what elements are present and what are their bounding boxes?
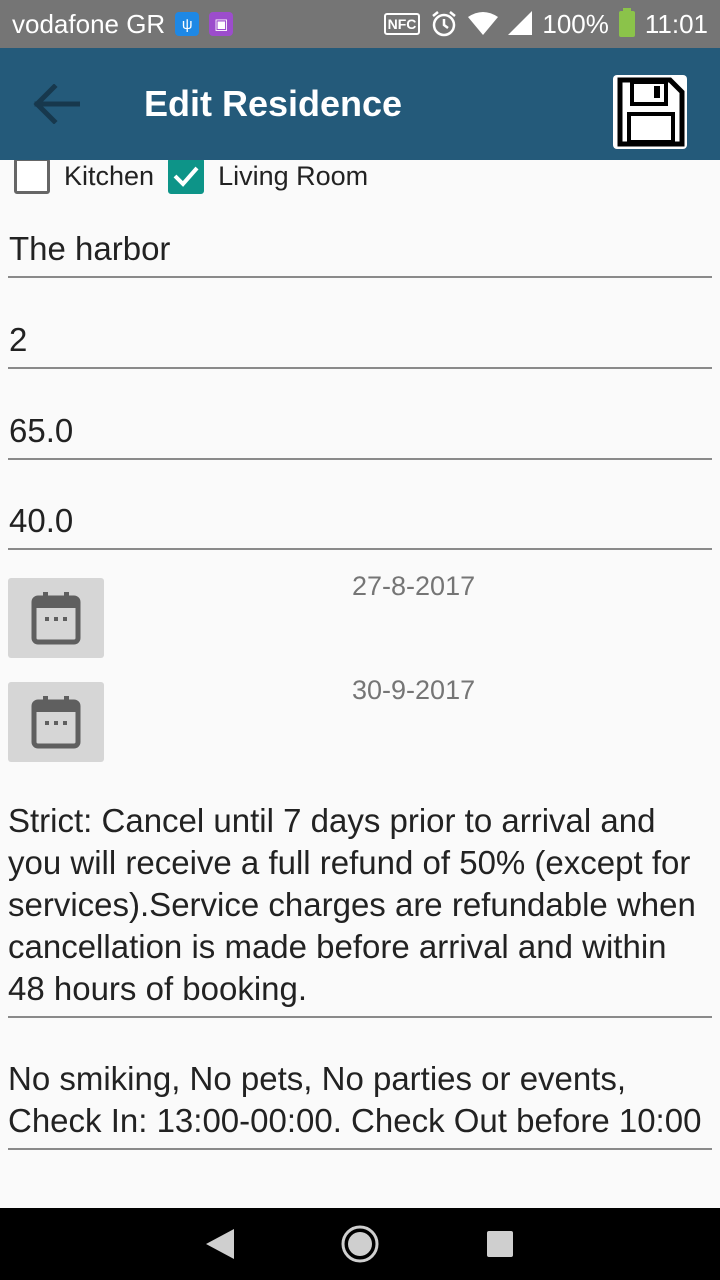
- battery-percent: 100%: [542, 8, 609, 39]
- wifi-icon: [468, 12, 499, 35]
- calendar-icon: [31, 696, 81, 749]
- clock: 11:01: [644, 8, 708, 39]
- navigation-bar: [0, 1208, 720, 1280]
- signal-icon: [508, 11, 533, 35]
- image-icon: ▣: [209, 12, 234, 36]
- price-value: 65.0: [9, 412, 74, 449]
- calendar-icon: [31, 592, 81, 645]
- arrow-left-icon: [33, 84, 80, 124]
- house-rules-text: No smiking, No pets, No parties or event…: [8, 1060, 702, 1139]
- usb-icon: ψ: [175, 12, 200, 36]
- end-date-button[interactable]: [8, 682, 104, 762]
- back-button[interactable]: [16, 64, 96, 144]
- nav-back-button[interactable]: [190, 1214, 250, 1274]
- name-field[interactable]: The harbor: [8, 230, 712, 278]
- name-value: The harbor: [9, 230, 171, 267]
- status-bar: vodafone GR ψ ▣ NFC 100% 11:01: [0, 0, 720, 48]
- save-button[interactable]: [612, 74, 688, 150]
- floppy-disk-icon: [613, 75, 687, 149]
- cancellation-policy-field[interactable]: Strict: Cancel until 7 days prior to arr…: [8, 800, 712, 1018]
- house-rules-field[interactable]: No smiking, No pets, No parties or event…: [8, 1058, 712, 1150]
- extra-field[interactable]: 40.0: [8, 502, 712, 550]
- nav-recents-button[interactable]: [470, 1214, 530, 1274]
- check-icon: [173, 166, 199, 187]
- end-date-text: 30-9-2017: [352, 675, 476, 705]
- nfc-icon: NFC: [383, 13, 421, 35]
- extra-value: 40.0: [9, 502, 74, 539]
- battery-icon: [618, 8, 635, 37]
- carrier-name: vodafone GR: [12, 8, 166, 39]
- price-field[interactable]: 65.0: [8, 412, 712, 460]
- app-bar: Edit Residence: [0, 48, 720, 160]
- nav-home-button[interactable]: [330, 1214, 390, 1274]
- living-room-checkbox[interactable]: [168, 160, 205, 194]
- page-title: Edit Residence: [144, 83, 403, 124]
- guests-field[interactable]: 2: [8, 321, 712, 369]
- square-recents-icon: [487, 1231, 513, 1257]
- guests-value: 2: [9, 321, 28, 358]
- start-date-text: 27-8-2017: [352, 571, 476, 601]
- living-room-label: Living Room: [218, 160, 369, 191]
- status-right: NFC 100% 11:01: [383, 8, 708, 40]
- status-left: vodafone GR ψ ▣: [12, 8, 234, 40]
- home-circle-icon: [341, 1225, 379, 1263]
- start-date-button[interactable]: [8, 578, 104, 658]
- kitchen-label: Kitchen: [64, 160, 155, 191]
- form-content: Kitchen Living Room The harbor 2 65.0 40…: [0, 160, 720, 1208]
- kitchen-checkbox[interactable]: [14, 160, 50, 194]
- amenities-row: Kitchen Living Room: [14, 160, 382, 194]
- triangle-back-icon: [206, 1229, 234, 1259]
- alarm-icon: [432, 11, 457, 37]
- cancellation-policy-text: Strict: Cancel until 7 days prior to arr…: [8, 802, 696, 1007]
